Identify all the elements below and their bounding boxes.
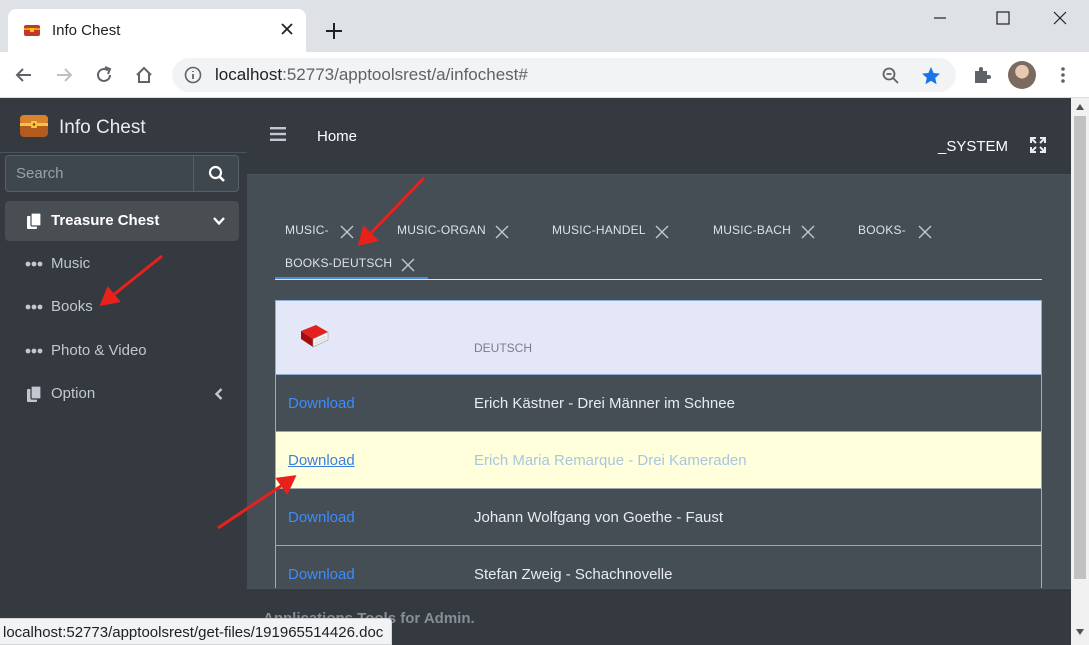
brand-text: Info Chest xyxy=(59,117,146,138)
scroll-up-arrow-icon[interactable] xyxy=(1076,104,1084,110)
book-title: Erich Kästner - Drei Männer im Schnee xyxy=(474,395,735,412)
tab-label: MUSIC-ORGAN xyxy=(397,223,486,237)
search-button[interactable] xyxy=(193,155,239,192)
browser-toolbar: localhost:52773/apptoolsrest/a/infochest… xyxy=(0,52,1089,98)
table-row: Download Erich Kästner - Drei Männer im … xyxy=(276,375,1041,432)
tab-music-bach[interactable]: MUSIC-BACH xyxy=(713,223,815,239)
browser-tabstrip: Info Chest xyxy=(0,0,1089,52)
table-header: DEUTSCH xyxy=(276,301,1041,375)
bookmark-star-icon[interactable] xyxy=(920,65,942,87)
tab-label: BOOKS-DEUTSCH xyxy=(285,256,393,270)
download-link[interactable]: Download xyxy=(288,566,355,583)
close-tab-icon[interactable] xyxy=(340,225,354,239)
sidebar-search xyxy=(5,155,239,192)
book-title: Erich Maria Remarque - Drei Kameraden xyxy=(474,452,747,469)
dots-icon xyxy=(25,348,43,354)
copy-icon xyxy=(27,212,42,229)
sidebar-item-treasure-chest[interactable]: Treasure Chest xyxy=(5,201,239,241)
hamburger-menu-icon[interactable] xyxy=(270,127,286,141)
tab-label: MUSIC- xyxy=(285,223,329,237)
maximize-icon[interactable] xyxy=(993,8,1013,28)
dots-icon xyxy=(25,304,43,310)
dots-icon xyxy=(25,261,43,267)
profile-avatar[interactable] xyxy=(1008,61,1036,89)
red-book-icon xyxy=(301,325,329,348)
close-tab-icon[interactable] xyxy=(278,20,296,38)
brand[interactable]: Info Chest xyxy=(0,98,247,153)
chevron-left-icon xyxy=(214,388,223,400)
download-link[interactable]: Download xyxy=(288,452,355,469)
close-tab-icon[interactable] xyxy=(655,225,669,239)
download-link[interactable]: Download xyxy=(288,395,355,412)
url-text: localhost:52773/apptoolsrest/a/infochest… xyxy=(215,65,528,84)
scrollbar-thumb[interactable] xyxy=(1074,116,1086,579)
back-arrow-icon[interactable] xyxy=(13,64,35,86)
sidebar-item-label: Treasure Chest xyxy=(51,212,160,229)
column-header: DEUTSCH xyxy=(474,341,533,355)
top-navbar: Home _SYSTEM xyxy=(247,98,1071,175)
close-tab-icon[interactable] xyxy=(918,225,932,239)
tab-music-handel[interactable]: MUSIC-HANDEL xyxy=(552,223,669,239)
sidebar-item-photo-video[interactable]: Photo & Video xyxy=(5,331,239,371)
treasure-chest-logo-icon xyxy=(20,115,48,137)
fullscreen-icon[interactable] xyxy=(1030,137,1046,153)
sidebar-item-label: Music xyxy=(51,255,91,272)
browser-tab[interactable]: Info Chest xyxy=(8,9,306,52)
search-icon xyxy=(208,165,225,182)
user-name[interactable]: _SYSTEM xyxy=(938,138,1008,155)
sidebar: Info Chest Treasure Chest xyxy=(0,98,247,645)
tab-label: MUSIC-BACH xyxy=(713,223,792,237)
close-tab-icon[interactable] xyxy=(401,258,415,272)
close-tab-icon[interactable] xyxy=(801,225,815,239)
close-tab-icon[interactable] xyxy=(495,225,509,239)
book-title: Stefan Zweig - Schachnovelle xyxy=(474,566,673,583)
download-link[interactable]: Download xyxy=(288,509,355,526)
tab-label: MUSIC-HANDEL xyxy=(552,223,646,237)
tab-music[interactable]: MUSIC- xyxy=(285,223,354,239)
tab-music-organ[interactable]: MUSIC-ORGAN xyxy=(397,223,509,239)
tab-label: BOOKS- xyxy=(858,223,906,237)
active-tab-indicator xyxy=(275,277,428,279)
sidebar-item-music[interactable]: Music xyxy=(5,244,239,284)
treasure-chest-favicon-icon xyxy=(24,25,40,36)
zoom-icon[interactable] xyxy=(881,66,901,86)
page-scrollbar[interactable] xyxy=(1071,98,1089,645)
info-icon[interactable] xyxy=(184,66,202,84)
reload-icon[interactable] xyxy=(93,64,115,86)
tab-books-deutsch[interactable]: BOOKS-DEUTSCH xyxy=(285,256,415,272)
sidebar-item-books[interactable]: Books xyxy=(5,287,239,327)
address-bar[interactable]: localhost:52773/apptoolsrest/a/infochest… xyxy=(172,58,956,92)
window-close-icon[interactable] xyxy=(1050,8,1070,28)
tab-bar: MUSIC- MUSIC-ORGAN MUSIC-HANDEL MUSIC-BA… xyxy=(275,208,1042,280)
book-title: Johann Wolfgang von Goethe - Faust xyxy=(474,509,724,526)
new-tab-icon[interactable] xyxy=(323,20,345,42)
status-bar-url: localhost:52773/apptoolsrest/get-files/1… xyxy=(0,618,393,645)
sidebar-item-label: Photo & Video xyxy=(51,342,147,359)
sidebar-item-option[interactable]: Option xyxy=(5,374,239,414)
copy-icon xyxy=(27,385,42,402)
chevron-down-icon xyxy=(213,217,225,226)
home-icon[interactable] xyxy=(133,64,155,86)
search-input[interactable] xyxy=(5,155,194,192)
table-row: Download Stefan Zweig - Schachnovelle xyxy=(276,546,1041,589)
books-table: DEUTSCH Download Erich Kästner - Drei Mä… xyxy=(275,300,1042,590)
browser-tab-title: Info Chest xyxy=(52,22,121,39)
tab-books[interactable]: BOOKS- xyxy=(858,223,932,239)
kebab-menu-icon[interactable] xyxy=(1052,64,1074,86)
sidebar-item-label: Books xyxy=(51,298,93,315)
scroll-down-arrow-icon[interactable] xyxy=(1076,629,1084,635)
forward-arrow-icon[interactable] xyxy=(53,64,75,86)
minimize-icon[interactable] xyxy=(930,8,950,28)
extensions-puzzle-icon[interactable] xyxy=(971,64,993,86)
table-row: Download Johann Wolfgang von Goethe - Fa… xyxy=(276,489,1041,546)
table-row: Download Erich Maria Remarque - Drei Kam… xyxy=(276,432,1041,489)
home-link[interactable]: Home xyxy=(317,128,357,145)
sidebar-item-label: Option xyxy=(51,385,96,402)
